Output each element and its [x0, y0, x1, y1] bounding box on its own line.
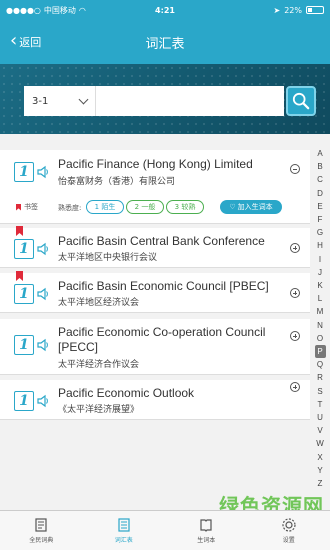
speaker-icon[interactable]: [36, 394, 50, 408]
star-level-badge: 1: [14, 391, 34, 411]
speaker-icon[interactable]: [36, 165, 50, 179]
star-level-badge: 1: [14, 284, 34, 304]
list-item[interactable]: 1 Pacific Finance (Hong Kong) Limited 怡泰…: [0, 150, 310, 224]
familiarity-average-button[interactable]: 2 一般: [126, 200, 164, 214]
search-input[interactable]: [96, 86, 284, 116]
alphabet-index: ABCDEFGHIJKLMNOPQRSTUVWXYZ: [314, 147, 326, 490]
battery-icon: [306, 6, 324, 14]
term-english: Pacific Basin Economic Council [PBEC]: [58, 279, 269, 293]
search-panel: 3-1: [0, 64, 330, 134]
list-item[interactable]: 1 Pacific Basin Central Bank Conference …: [0, 226, 310, 268]
alphabet-index-letter[interactable]: B: [315, 160, 326, 173]
bookmark-button[interactable]: 书签: [16, 202, 38, 212]
speaker-icon[interactable]: [36, 242, 50, 256]
add-to-wordbook-label: 加入生词本: [237, 203, 273, 211]
star-level-badge: 1: [14, 335, 34, 355]
alphabet-index-letter[interactable]: E: [315, 200, 326, 213]
alphabet-index-letter[interactable]: M: [315, 305, 326, 318]
alphabet-index-letter[interactable]: H: [315, 239, 326, 252]
familiarity-label: 熟悉度:: [58, 204, 82, 212]
alphabet-index-letter[interactable]: Z: [315, 477, 326, 490]
familiarity-familiar-button[interactable]: 3 较熟: [166, 200, 204, 214]
collapse-button[interactable]: [290, 164, 300, 174]
alphabet-index-letter[interactable]: T: [315, 398, 326, 411]
term-english: Pacific Finance (Hong Kong) Limited: [58, 157, 253, 171]
alphabet-index-letter[interactable]: C: [315, 173, 326, 186]
term-english-cont: [PECC]: [58, 340, 99, 354]
tab-settings[interactable]: 设置: [248, 511, 330, 550]
back-label: 返回: [19, 36, 42, 49]
term-english: Pacific Economic Outlook: [58, 386, 195, 400]
nav-bar: ‹ 返回 词汇表: [0, 20, 330, 64]
page-title: 词汇表: [145, 36, 185, 52]
alphabet-index-letter[interactable]: L: [315, 292, 326, 305]
settings-icon: [282, 518, 296, 532]
tab-wordbook[interactable]: 生词本: [165, 511, 248, 550]
status-time: 4:21: [155, 5, 175, 15]
alphabet-index-letter[interactable]: G: [315, 226, 326, 239]
heart-icon: ♡: [229, 203, 236, 211]
term-chinese: 《太平洋经济展望》: [58, 405, 140, 415]
term-english: Pacific Economic Co-operation Council: [58, 325, 266, 339]
search-box: 3-1: [24, 86, 316, 116]
alphabet-index-letter[interactable]: I: [315, 253, 326, 266]
expand-button[interactable]: [290, 331, 300, 341]
tab-wordbook-label: 生词本: [197, 537, 216, 544]
tab-vocabulary-label: 词汇表: [114, 537, 133, 544]
bookmark-label: 书签: [24, 203, 38, 211]
alphabet-index-letter[interactable]: P: [314, 345, 326, 359]
alphabet-index-letter[interactable]: F: [315, 213, 326, 226]
expand-button[interactable]: [290, 288, 300, 298]
term-chinese: 太平洋地区经济议会: [58, 298, 140, 308]
term-english: Pacific Basin Central Bank Conference: [58, 234, 265, 248]
star-level-badge: 1: [14, 239, 34, 259]
alphabet-index-letter[interactable]: O: [315, 332, 326, 345]
alphabet-index-letter[interactable]: K: [315, 279, 326, 292]
list-item[interactable]: 1 Pacific Economic Co-operation Council …: [0, 319, 310, 375]
expand-button[interactable]: [290, 382, 300, 392]
alphabet-index-letter[interactable]: N: [315, 319, 326, 332]
bookmark-icon: [16, 271, 23, 281]
list-item[interactable]: 1 Pacific Economic Outlook 《太平洋经济展望》: [0, 380, 310, 420]
search-button[interactable]: [286, 86, 316, 116]
alphabet-index-letter[interactable]: Q: [315, 358, 326, 371]
tab-dictionary[interactable]: 全民词典: [0, 511, 83, 550]
star-level-badge: 1: [14, 162, 34, 182]
dictionary-icon: [35, 518, 47, 532]
unit-select[interactable]: 3-1: [24, 86, 96, 116]
alphabet-index-letter[interactable]: W: [315, 437, 326, 450]
tab-settings-label: 设置: [282, 537, 295, 544]
tab-dictionary-label: 全民词典: [29, 537, 54, 544]
chevron-down-icon: [78, 94, 89, 104]
status-bar: ●●●●○ 中国移动 ◠ 4:21 ➤ 22%: [0, 0, 330, 20]
tab-vocabulary[interactable]: 词汇表: [83, 511, 166, 550]
chevron-left-icon: ‹: [10, 30, 18, 51]
alphabet-index-letter[interactable]: V: [315, 424, 326, 437]
back-button[interactable]: ‹ 返回: [0, 30, 42, 51]
search-icon: [292, 92, 310, 110]
wordbook-icon: [200, 519, 212, 532]
familiarity-unfamiliar-button[interactable]: 1 陌生: [86, 200, 124, 214]
alphabet-index-letter[interactable]: A: [315, 147, 326, 160]
bookmark-icon: [16, 226, 23, 236]
alphabet-index-letter[interactable]: R: [315, 371, 326, 384]
bookmark-icon: [16, 203, 21, 211]
expand-button[interactable]: [290, 243, 300, 253]
alphabet-index-letter[interactable]: U: [315, 411, 326, 424]
speaker-icon[interactable]: [36, 338, 50, 352]
term-chinese: 怡泰富财务（香港）有限公司: [58, 177, 176, 187]
unit-select-value: 3-1: [32, 95, 49, 107]
alphabet-index-letter[interactable]: X: [315, 451, 326, 464]
alphabet-index-letter[interactable]: D: [315, 187, 326, 200]
tab-bar: 全民词典 词汇表 生词本 设置: [0, 510, 330, 550]
alphabet-index-letter[interactable]: S: [315, 385, 326, 398]
speaker-icon[interactable]: [36, 287, 50, 301]
list-item[interactable]: 1 Pacific Basin Economic Council [PBEC] …: [0, 271, 310, 313]
alphabet-index-letter[interactable]: Y: [315, 464, 326, 477]
alphabet-index-letter[interactable]: J: [315, 266, 326, 279]
add-to-wordbook-button[interactable]: ♡ 加入生词本: [220, 200, 282, 214]
term-chinese: 太平洋地区中央银行会议: [58, 253, 158, 263]
term-chinese: 太平洋经济合作议会: [58, 360, 140, 370]
vocabulary-list-icon: [118, 518, 130, 532]
